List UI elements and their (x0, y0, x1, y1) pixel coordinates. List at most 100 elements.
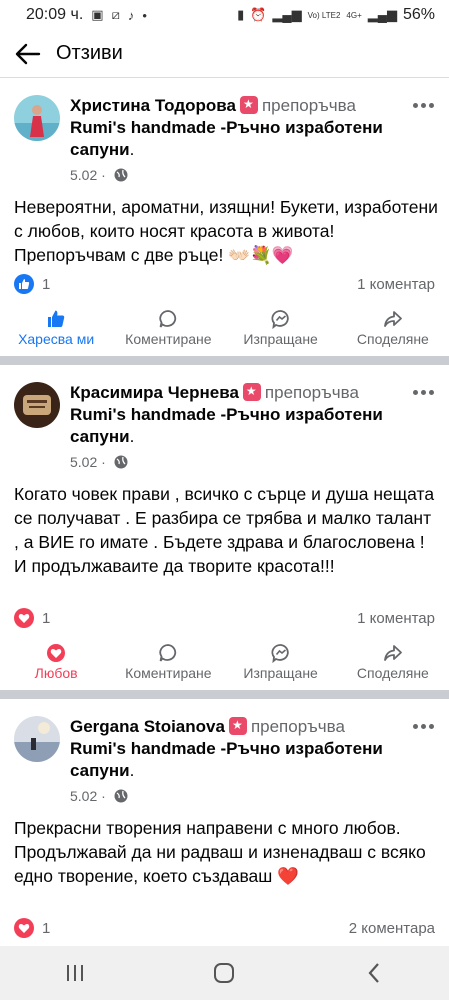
review-text: Прекрасни творения направени с много люб… (14, 818, 426, 886)
recommend-icon (239, 96, 258, 114)
action-bar: Любов Коментиране Изпращане Споделяне (0, 642, 449, 682)
comments-count[interactable]: 1 коментар (357, 610, 435, 627)
alarm-icon: ⏰ (250, 7, 267, 22)
heart-icon (47, 644, 66, 662)
page-name[interactable]: Rumi's handmade -Ръчно изработени сапуни (70, 405, 383, 446)
comment-label: Коментиране (125, 665, 212, 681)
send-button[interactable]: Изпращане (225, 642, 337, 682)
review-card: Христина Тодорова препоръчва Rumi's handm… (0, 79, 449, 356)
reaction-count: 1 (42, 919, 51, 937)
comment-button[interactable]: Коментиране (112, 642, 224, 682)
globe-icon (114, 168, 128, 182)
more-options-button[interactable] (409, 382, 437, 402)
recent-apps-icon (66, 965, 83, 981)
avatar-image (14, 95, 60, 141)
divider (0, 356, 449, 365)
review-meta: 5.02 · (70, 454, 128, 470)
avatar-image (14, 716, 60, 762)
review-header: Красимира Чернева препоръчва Rumi's handm… (70, 382, 400, 448)
love-reaction-icon (14, 608, 34, 628)
love-button[interactable]: Любов (0, 642, 112, 682)
signal-icon: ▂▄▆ (272, 7, 302, 22)
review-card: Красимира Чернева препоръчва Rumi's handm… (0, 365, 449, 690)
love-reaction-icon (14, 918, 34, 938)
comment-icon (159, 644, 177, 662)
comments-count[interactable]: 2 коментара (349, 920, 435, 937)
send-button[interactable]: Изпращане (225, 308, 337, 348)
messenger-icon (271, 644, 289, 663)
recent-apps-button[interactable] (45, 953, 105, 993)
like-button[interactable]: Харесва ми (0, 308, 112, 348)
tiktok-icon: ♪ (127, 7, 135, 23)
share-button[interactable]: Споделяне (337, 642, 449, 682)
dot-icon: • (142, 7, 147, 23)
page-name[interactable]: Rumi's handmade -Ръчно изработени сапуни (70, 739, 383, 780)
arrow-left-icon (15, 43, 41, 64)
back-button[interactable] (0, 30, 56, 78)
signal-icon-2: ▂▄▆ (367, 7, 397, 22)
more-options-button[interactable] (409, 95, 437, 115)
reactions-bar[interactable]: 1 1 коментар (14, 607, 435, 629)
recommend-icon (228, 717, 247, 735)
recommends-label: препоръчва (264, 383, 359, 402)
recommends-label: препоръчва (261, 96, 356, 115)
network-speed: 4G+ (346, 10, 362, 20)
review-date[interactable]: 5.02 · (70, 167, 106, 183)
gallery-icon: ▣ (91, 7, 104, 22)
share-icon (383, 311, 402, 327)
avatar[interactable] (14, 382, 60, 428)
network-label: Vo) LTE2 (307, 10, 341, 20)
globe-icon (114, 789, 128, 803)
battery-saver-icon: ▮ (237, 7, 245, 22)
love-label: Любов (34, 665, 78, 681)
share-icon (383, 645, 402, 661)
send-label: Изпращане (243, 331, 318, 347)
review-header: Gergana Stoianova препоръчва Rumi's handm… (70, 716, 400, 782)
globe-icon (114, 455, 128, 469)
chevron-left-icon (368, 963, 379, 983)
share-label: Споделяне (356, 665, 429, 681)
reactions-bar[interactable]: 1 1 коментар (14, 273, 435, 295)
action-bar: Харесва ми Коментиране Изпращане Споделя… (0, 308, 449, 348)
app-header: Отзиви (0, 30, 449, 78)
review-card: Gergana Stoianova препоръчва Rumi's handm… (0, 699, 449, 946)
like-reaction-icon (14, 274, 34, 294)
review-date[interactable]: 5.02 · (70, 788, 106, 804)
comment-label: Коментиране (125, 331, 212, 347)
avatar[interactable] (14, 716, 60, 762)
messenger-icon (271, 310, 289, 329)
status-bar: 20:09 ч. ▣ ⧄ ♪ • ▮ ⏰ ▂▄▆ Vo) LTE2 4G+ ▂▄… (0, 0, 449, 30)
comments-count[interactable]: 1 коментар (357, 276, 435, 293)
send-label: Изпращане (243, 665, 318, 681)
reaction-count: 1 (42, 609, 51, 627)
system-back-button[interactable] (344, 953, 404, 993)
divider (0, 690, 449, 699)
recommend-icon (242, 383, 261, 401)
system-nav-bar (0, 946, 449, 1000)
avatar[interactable] (14, 95, 60, 141)
author-name[interactable]: Красимира Чернева (70, 383, 239, 402)
page-name[interactable]: Rumi's handmade -Ръчно изработени сапуни (70, 118, 383, 159)
share-label: Споделяне (356, 331, 429, 347)
home-icon (214, 963, 235, 983)
comment-button[interactable]: Коментиране (112, 308, 224, 348)
recommends-label: препоръчва (250, 717, 345, 736)
review-meta: 5.02 · (70, 167, 128, 183)
author-name[interactable]: Христина Тодорова (70, 96, 236, 115)
share-button[interactable]: Споделяне (337, 308, 449, 348)
review-header: Христина Тодорова препоръчва Rumi's handm… (70, 95, 400, 161)
review-meta: 5.02 · (70, 788, 128, 804)
avatar-image (14, 382, 60, 428)
battery-level: 56% (402, 6, 435, 23)
comment-icon (159, 310, 177, 328)
author-name[interactable]: Gergana Stoianova (70, 717, 225, 736)
no-signal-icon: ⧄ (111, 7, 120, 22)
review-date[interactable]: 5.02 · (70, 454, 106, 470)
home-button[interactable] (194, 953, 254, 993)
like-label: Харесва ми (18, 331, 95, 347)
reactions-bar[interactable]: 1 2 коментара (14, 917, 435, 939)
thumbs-up-icon (48, 310, 65, 327)
review-text: Невероятни, ароматни, изящни! Букети, из… (14, 197, 438, 265)
more-options-button[interactable] (409, 716, 437, 736)
reaction-count: 1 (42, 275, 51, 293)
